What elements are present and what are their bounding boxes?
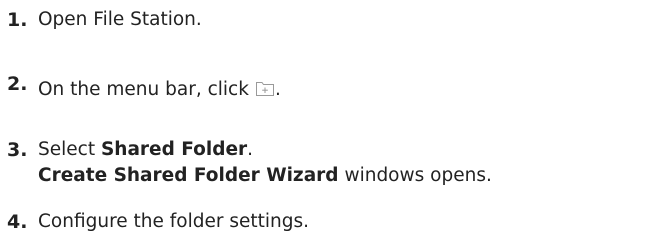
step-text: Configure the folder settings. — [38, 211, 310, 232]
ui-term-shared-folder: Shared Folder — [100, 139, 248, 160]
step-3: 3. Select Shared Folder. Create Shared F… — [0, 137, 492, 189]
procedure-steps: 1. Open File Station. 2. On the menu bar… — [0, 0, 654, 252]
step-result-text: windows opens. — [338, 165, 492, 186]
step-number: 4. — [7, 211, 28, 233]
step-text-after: . — [274, 79, 281, 100]
step-number: 1. — [7, 9, 28, 31]
step-text: Open File Station. — [38, 9, 202, 30]
new-folder-icon — [255, 79, 275, 105]
step-text-after: . — [247, 139, 254, 160]
step-2: 2. On the menu bar, click . — [0, 73, 281, 105]
step-number: 2. — [7, 73, 28, 95]
step-4: 4. Configure the folder settings. — [0, 209, 309, 235]
step-text: On the menu bar, click . — [38, 77, 281, 105]
step-text-before: On the menu bar, click — [38, 79, 249, 100]
step-number: 3. — [7, 139, 28, 161]
ui-term-wizard: Create Shared Folder Wizard — [38, 165, 339, 186]
step-1: 1. Open File Station. — [0, 7, 202, 33]
step-text-before: Select — [38, 139, 101, 160]
step-text: Select Shared Folder. Create Shared Fold… — [38, 137, 492, 189]
